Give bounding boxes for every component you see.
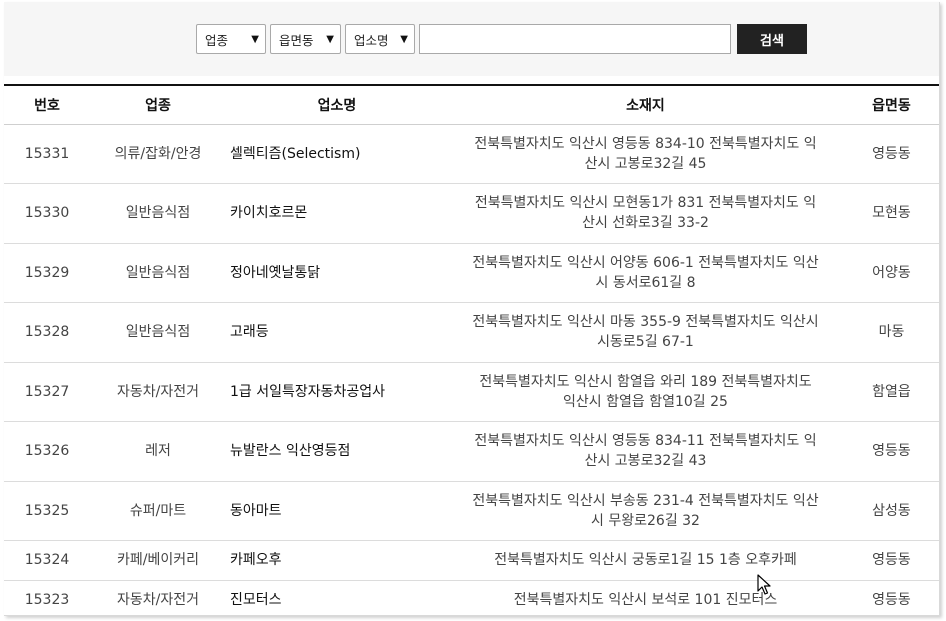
cell-address: 전북특별자치도 익산시 영등동 834-11 전북특별자치도 익산시 고봉로32… [448,421,843,482]
cell-store-name[interactable]: 진모터스 [226,580,448,615]
cell-dong: 영등동 [843,580,939,615]
cell-store-name[interactable]: 카페오후 [226,540,448,581]
store-table: 번호 업종 업소명 소재지 읍면동 15331 의류/잡화/안경 셀렉티즘(Se… [4,86,939,615]
dong-select-label: 읍면동 [279,32,314,48]
name-select[interactable]: 업소명 ▼ [345,24,415,54]
cell-dong: 영등동 [843,540,939,581]
cell-category: 자동차/자전거 [90,362,226,422]
table-row[interactable]: 15330 일반음식점 카이치호르몬 전북특별자치도 익산시 모현동1가 831… [4,183,939,244]
table-row[interactable]: 15325 슈퍼/마트 동아마트 전북특별자치도 익산시 부송동 231-4 전… [4,481,939,541]
header-dong: 읍면동 [843,86,939,125]
cell-category: 카페/베이커리 [90,540,226,581]
cell-dong: 삼성동 [843,481,939,541]
header-address: 소재지 [448,86,843,125]
cell-address: 전북특별자치도 익산시 보석로 101 진모터스 [448,580,843,615]
cell-number: 15330 [4,183,90,244]
header-number: 번호 [4,86,90,125]
cell-dong: 마동 [843,302,939,363]
cell-address: 전북특별자치도 익산시 어양동 606-1 전북특별자치도 익산시 동서로61길… [448,243,843,303]
cell-store-name[interactable]: 정아네옛날통닭 [226,243,448,303]
cell-dong: 영등동 [843,421,939,482]
cell-category: 자동차/자전거 [90,580,226,615]
cell-address: 전북특별자치도 익산시 궁동로1길 15 1층 오후카페 [448,540,843,581]
table-row[interactable]: 15329 일반음식점 정아네옛날통닭 전북특별자치도 익산시 어양동 606-… [4,243,939,303]
search-button[interactable]: 검색 [737,24,807,54]
mouse-pointer-icon [757,574,771,595]
header-category: 업종 [90,86,226,125]
search-input[interactable] [419,24,731,54]
cell-number: 15329 [4,243,90,303]
cell-store-name[interactable]: 고래등 [226,302,448,363]
cell-category: 슈퍼/마트 [90,481,226,541]
cell-address: 전북특별자치도 익산시 마동 355-9 전북특별자치도 익산시 시동로5길 6… [448,302,843,363]
cell-dong: 영등동 [843,124,939,184]
table-row[interactable]: 15326 레저 뉴발란스 익산영등점 전북특별자치도 익산시 영등동 834-… [4,421,939,482]
table-row[interactable]: 15331 의류/잡화/안경 셀렉티즘(Selectism) 전북특별자치도 익… [4,124,939,184]
cell-category: 일반음식점 [90,243,226,303]
table-row[interactable]: 15327 자동차/자전거 1급 서일특장자동차공업사 전북특별자치도 익산시 … [4,362,939,422]
table-header-row: 번호 업종 업소명 소재지 읍면동 [4,86,939,125]
name-select-label: 업소명 [354,32,389,48]
cell-store-name[interactable]: 셀렉티즘(Selectism) [226,124,448,184]
cell-store-name[interactable]: 뉴발란스 익산영등점 [226,421,448,482]
category-select[interactable]: 업종 ▼ [196,24,266,54]
table-row[interactable]: 15323 자동차/자전거 진모터스 전북특별자치도 익산시 보석로 101 진… [4,580,939,615]
cell-number: 15327 [4,362,90,422]
cell-address: 전북특별자치도 익산시 모현동1가 831 전북특별자치도 익산시 선화로3길 … [448,183,843,244]
cell-number: 15331 [4,124,90,184]
cell-number: 15328 [4,302,90,363]
cell-dong: 모현동 [843,183,939,244]
dong-select[interactable]: 읍면동 ▼ [270,24,341,54]
cell-dong: 함열읍 [843,362,939,422]
cell-address: 전북특별자치도 익산시 부송동 231-4 전북특별자치도 익산시 무왕로26길… [448,481,843,541]
cell-dong: 어양동 [843,243,939,303]
cell-number: 15326 [4,421,90,482]
cell-store-name[interactable]: 1급 서일특장자동차공업사 [226,362,448,422]
cell-category: 일반음식점 [90,183,226,244]
cell-number: 15323 [4,580,90,615]
cell-store-name[interactable]: 카이치호르몬 [226,183,448,244]
cell-number: 15324 [4,540,90,581]
cell-store-name[interactable]: 동아마트 [226,481,448,541]
cell-category: 의류/잡화/안경 [90,124,226,184]
header-store-name: 업소명 [226,86,448,125]
cell-address: 전북특별자치도 익산시 함열읍 와리 189 전북특별자치도 익산시 함열읍 함… [448,362,843,422]
cell-address: 전북특별자치도 익산시 영등동 834-10 전북특별자치도 익산시 고봉로32… [448,124,843,184]
category-select-label: 업종 [205,32,229,48]
cell-category: 일반음식점 [90,302,226,363]
page-frame: 업종 ▼ 읍면동 ▼ 업소명 ▼ 검색 번호 업종 업소명 소재지 읍면동 15… [4,2,940,616]
cell-category: 레저 [90,421,226,482]
chevron-down-icon: ▼ [326,33,334,45]
chevron-down-icon: ▼ [251,33,259,45]
table-row[interactable]: 15328 일반음식점 고래등 전북특별자치도 익산시 마동 355-9 전북특… [4,302,939,363]
chevron-down-icon: ▼ [400,33,408,45]
search-bar: 업종 ▼ 읍면동 ▼ 업소명 ▼ 검색 [4,2,939,76]
table-row[interactable]: 15324 카페/베이커리 카페오후 전북특별자치도 익산시 궁동로1길 15 … [4,540,939,581]
cell-number: 15325 [4,481,90,541]
